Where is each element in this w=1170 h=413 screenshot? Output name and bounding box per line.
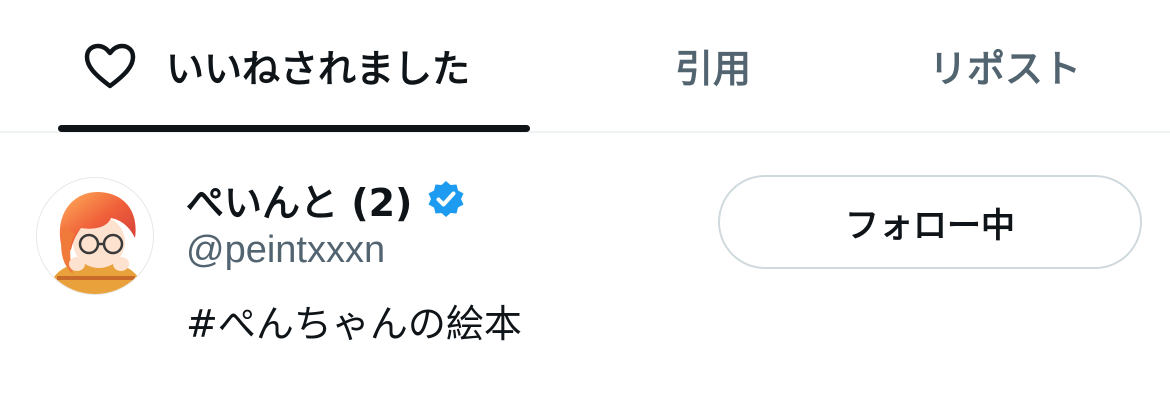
verified-badge-icon (428, 181, 464, 217)
heart-icon (84, 43, 136, 88)
tab-liked-by[interactable]: いいねされました (58, 0, 530, 131)
display-name[interactable]: ぺいんと (2) (186, 172, 412, 227)
following-button[interactable]: フォロー中 (718, 175, 1142, 269)
user-list-item[interactable]: ぺいんと (2) @peintxxxn #ぺんちゃんの絵本 フォロー中 (0, 133, 1170, 413)
active-tab-indicator (58, 125, 530, 132)
tab-quotes[interactable]: 引用 (620, 0, 806, 131)
tab-quotes-label: 引用 (674, 47, 751, 91)
user-handle[interactable]: @peintxxxn (186, 229, 385, 272)
tab-liked-by-label: いいねされました (166, 47, 471, 91)
avatar-image (37, 178, 153, 294)
avatar[interactable] (36, 177, 154, 295)
display-name-row: ぺいんと (2) (186, 175, 466, 225)
tab-reposts-label: リポスト (928, 47, 1081, 91)
user-bio: #ぺんちゃんの絵本 (186, 302, 522, 346)
tab-bar: いいねされました 引用 リポスト (0, 0, 1170, 133)
tab-reposts[interactable]: リポスト (900, 0, 1110, 131)
following-button-label: フォロー中 (845, 205, 1015, 246)
